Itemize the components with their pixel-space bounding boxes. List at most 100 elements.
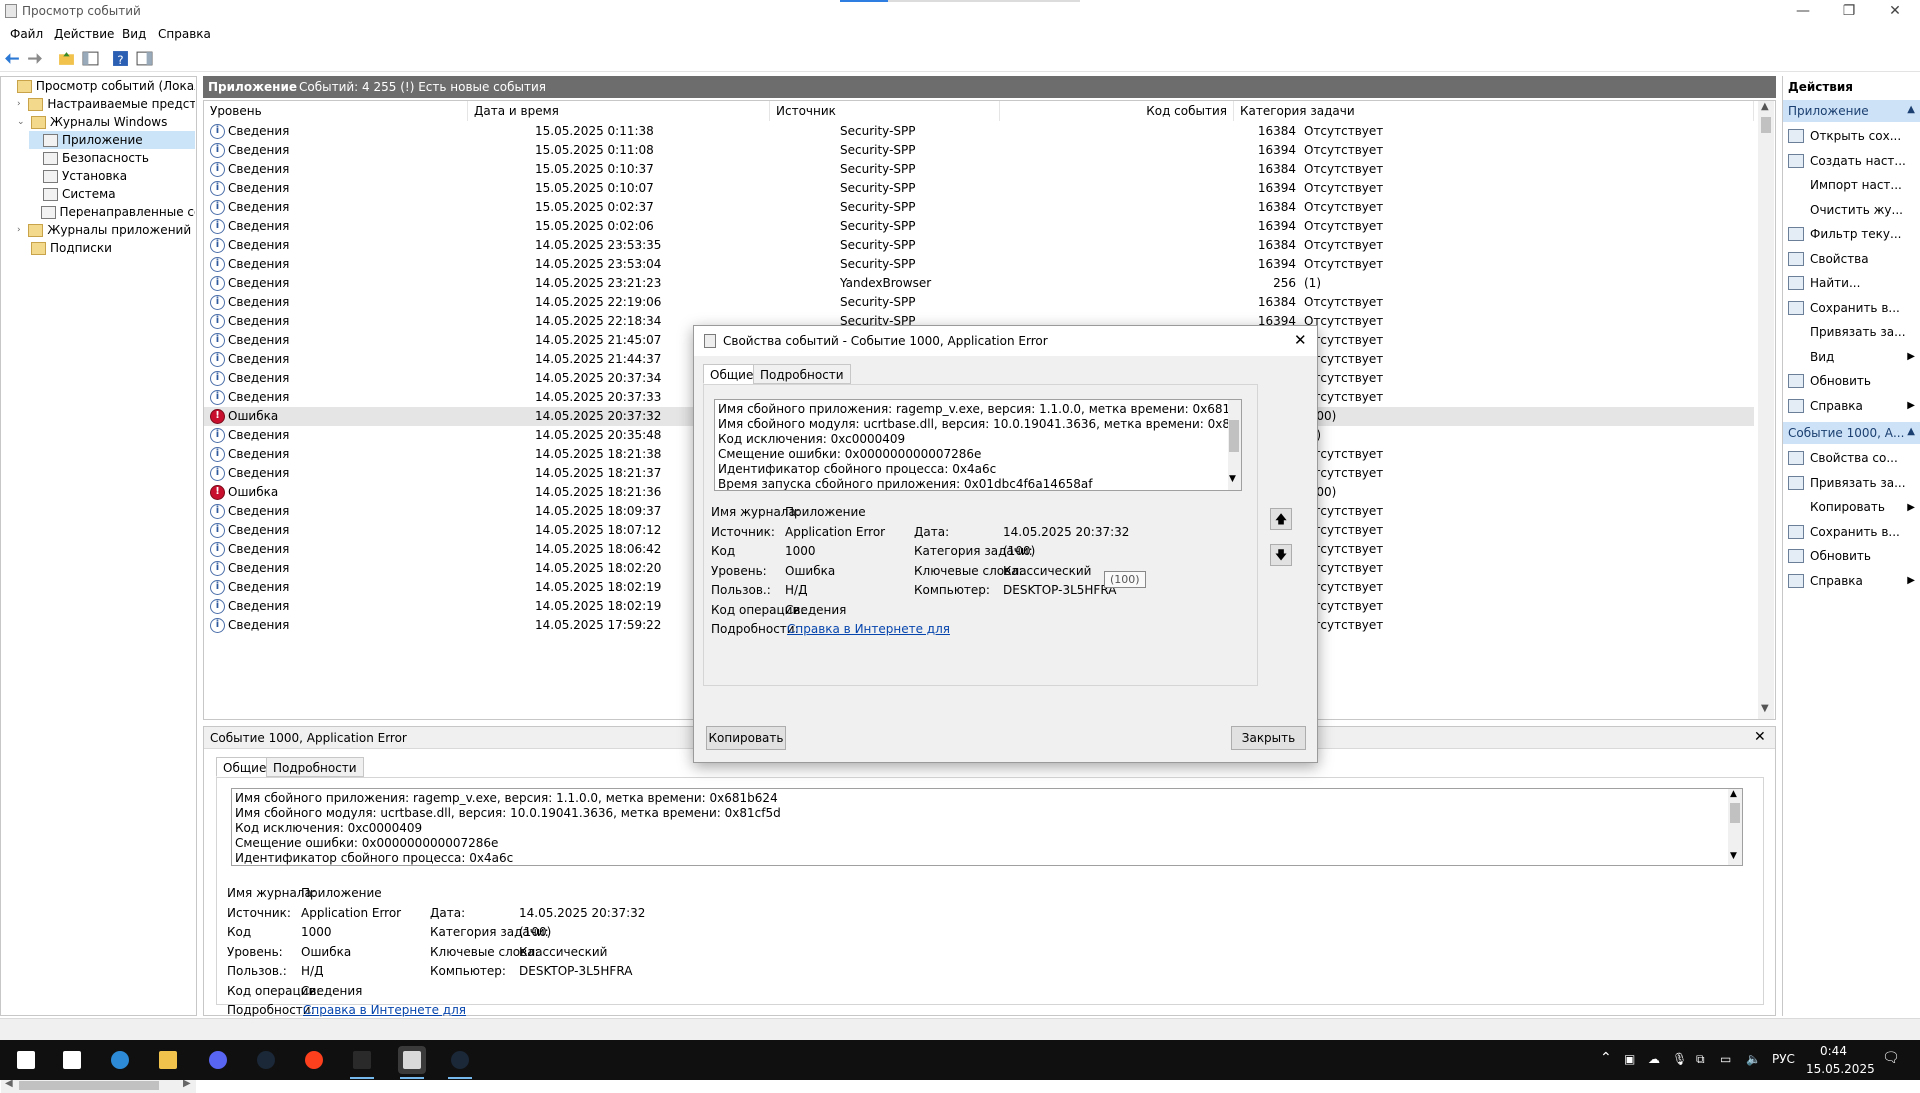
scroll-up-icon[interactable]: ▲ xyxy=(1730,789,1737,799)
collapse-icon[interactable]: ▲ xyxy=(1907,426,1915,437)
event-description-box[interactable]: Имя сбойного приложения: ragemp_v.exe, в… xyxy=(231,788,1743,866)
action-item[interactable]: Свойства со... xyxy=(1783,446,1920,470)
tray-app-icon[interactable]: ▣ xyxy=(1624,1052,1635,1066)
menu-view[interactable]: Вид xyxy=(122,27,146,41)
action-item[interactable]: Привязать за... xyxy=(1783,320,1920,344)
microphone-icon[interactable]: 🎙 xyxy=(1672,1052,1687,1066)
tree-item[interactable]: Система xyxy=(29,185,195,203)
dialog-description-scrollbar[interactable]: ▼ xyxy=(1228,400,1241,490)
tree-item[interactable]: › Журналы приложений и служб xyxy=(17,221,195,239)
events-vertical-scrollbar[interactable]: ▲ ▼ xyxy=(1758,101,1774,719)
copy-button[interactable]: Копировать xyxy=(706,726,786,750)
menu-help[interactable]: Справка xyxy=(158,27,211,41)
close-dialog-button[interactable]: Закрыть xyxy=(1231,726,1306,750)
preview-close-icon[interactable]: ✕ xyxy=(1754,729,1766,745)
tree-item[interactable]: Перенаправленные события xyxy=(29,203,195,221)
tree-item[interactable]: Безопасность xyxy=(29,149,195,167)
tree-expander-icon[interactable]: › xyxy=(17,225,24,235)
column-header[interactable]: Категория задачи xyxy=(1234,101,1754,121)
tree-item[interactable]: Подписки xyxy=(17,239,195,257)
network-icon[interactable]: ▭ xyxy=(1720,1052,1731,1066)
action-item[interactable]: Справка ▶ xyxy=(1783,394,1920,418)
tray-camera-icon[interactable]: ⧉ xyxy=(1696,1052,1705,1067)
column-header[interactable]: Дата и время xyxy=(468,101,770,121)
search-icon[interactable] xyxy=(58,1046,86,1074)
event-viewer-icon[interactable] xyxy=(398,1046,426,1079)
scroll-thumb[interactable] xyxy=(1730,803,1740,823)
action-item[interactable]: Создать наст... xyxy=(1783,149,1920,173)
tree-item[interactable]: ⌄ Журналы Windows xyxy=(17,113,195,131)
table-row[interactable]: i Сведения 14.05.2025 23:53:04 Security-SPP… xyxy=(204,255,1754,274)
menu-file[interactable]: Файл xyxy=(10,27,43,41)
dialog-description-box[interactable]: Имя сбойного приложения: ragemp_v.exe, в… xyxy=(714,399,1242,491)
back-icon[interactable] xyxy=(4,50,21,67)
previous-event-button[interactable]: 🡅 xyxy=(1270,508,1292,530)
yandex-browser-icon[interactable] xyxy=(300,1046,328,1074)
table-row[interactable]: i Сведения 15.05.2025 0:11:38 Security-SPP 1… xyxy=(204,122,1754,141)
table-row[interactable]: i Сведения 14.05.2025 23:53:35 Security-SPP… xyxy=(204,236,1754,255)
scroll-down-icon[interactable]: ▼ xyxy=(1761,703,1769,714)
scroll-down-icon[interactable]: ▼ xyxy=(1229,474,1236,484)
dialog-tab-details[interactable]: Подробности xyxy=(753,364,851,384)
show-hidden-icons-icon[interactable]: ⌃ xyxy=(1600,1050,1612,1066)
description-scrollbar[interactable]: ▲ ▼ xyxy=(1728,789,1742,865)
table-row[interactable]: i Сведения 14.05.2025 22:19:06 Security-SPP… xyxy=(204,293,1754,312)
volume-icon[interactable]: 🔈 xyxy=(1746,1052,1761,1066)
close-button[interactable]: ✕ xyxy=(1872,0,1918,22)
help-icon[interactable]: ? xyxy=(112,50,129,67)
action-item[interactable]: Справка ▶ xyxy=(1783,569,1920,593)
scroll-up-icon[interactable]: ▲ xyxy=(1761,101,1769,112)
action-item[interactable]: Копировать ▶ xyxy=(1783,495,1920,519)
show-hide-tree-icon[interactable] xyxy=(82,50,99,67)
minimize-button[interactable]: — xyxy=(1780,0,1826,22)
tree-item[interactable]: Просмотр событий (Локальный) xyxy=(5,77,195,95)
action-item[interactable]: Вид ▶ xyxy=(1783,345,1920,369)
column-header[interactable]: Код события xyxy=(1000,101,1234,121)
tree-item[interactable]: › Настраиваемые представления xyxy=(17,95,195,113)
menu-action[interactable]: Действие xyxy=(54,27,114,41)
app-icon[interactable] xyxy=(348,1046,376,1079)
online-help-link[interactable]: Справка в Интернете для xyxy=(303,1003,466,1017)
clock-date[interactable]: 15.05.2025 xyxy=(1806,1062,1875,1076)
dialog-close-icon[interactable]: ✕ xyxy=(1294,331,1307,349)
scroll-down-icon[interactable]: ▼ xyxy=(1730,851,1737,861)
action-item[interactable]: Обновить xyxy=(1783,544,1920,568)
table-row[interactable]: i Сведения 15.05.2025 0:10:37 Security-SPP 1… xyxy=(204,160,1754,179)
dialog-tab-general[interactable]: Общие xyxy=(703,364,761,384)
tree-expander-icon[interactable]: › xyxy=(17,99,24,109)
start-icon[interactable] xyxy=(12,1046,40,1074)
up-folder-icon[interactable] xyxy=(58,50,75,67)
table-row[interactable]: i Сведения 15.05.2025 0:10:07 Security-SPP 1… xyxy=(204,179,1754,198)
online-help-link[interactable]: Справка в Интернете для xyxy=(787,622,950,636)
tab-details[interactable]: Подробности xyxy=(266,757,364,777)
action-item[interactable]: Сохранить в... xyxy=(1783,520,1920,544)
maximize-button[interactable]: ❐ xyxy=(1826,0,1872,22)
collapse-icon[interactable]: ▲ xyxy=(1907,104,1915,115)
edge-icon[interactable] xyxy=(106,1046,134,1074)
notifications-icon[interactable]: 🗨 xyxy=(1882,1050,1900,1066)
action-item[interactable]: Очистить жу... xyxy=(1783,198,1920,222)
clock-time[interactable]: 0:44 xyxy=(1820,1044,1847,1058)
tree-expander-icon[interactable]: ⌄ xyxy=(17,117,27,127)
file-explorer-icon[interactable] xyxy=(154,1046,182,1074)
action-item[interactable]: Импорт наст... xyxy=(1783,173,1920,197)
tray-weather-icon[interactable]: ☁ xyxy=(1648,1052,1660,1066)
action-item[interactable]: Свойства xyxy=(1783,247,1920,271)
show-hide-action-pane-icon[interactable] xyxy=(136,50,153,67)
actions-section-event[interactable]: Событие 1000, А... ▲ xyxy=(1783,422,1920,444)
scroll-thumb[interactable] xyxy=(1761,117,1771,133)
action-item[interactable]: Найти... xyxy=(1783,271,1920,295)
discord-icon[interactable] xyxy=(204,1046,232,1074)
table-row[interactable]: i Сведения 15.05.2025 0:11:08 Security-SPP 1… xyxy=(204,141,1754,160)
next-event-button[interactable]: 🡇 xyxy=(1270,544,1292,566)
table-row[interactable]: i Сведения 15.05.2025 0:02:06 Security-SPP 1… xyxy=(204,217,1754,236)
table-row[interactable]: i Сведения 15.05.2025 0:02:37 Security-SPP 1… xyxy=(204,198,1754,217)
action-item[interactable]: Сохранить в... xyxy=(1783,296,1920,320)
actions-section-log[interactable]: Приложение ▲ xyxy=(1783,100,1920,122)
table-row[interactable]: i Сведения 14.05.2025 23:21:23 YandexBrowse… xyxy=(204,274,1754,293)
forward-icon[interactable] xyxy=(26,50,43,67)
scroll-thumb[interactable] xyxy=(19,1081,159,1090)
steam-icon-2[interactable] xyxy=(446,1046,474,1079)
column-header[interactable]: Источник xyxy=(770,101,1000,121)
tab-general[interactable]: Общие xyxy=(216,757,274,777)
